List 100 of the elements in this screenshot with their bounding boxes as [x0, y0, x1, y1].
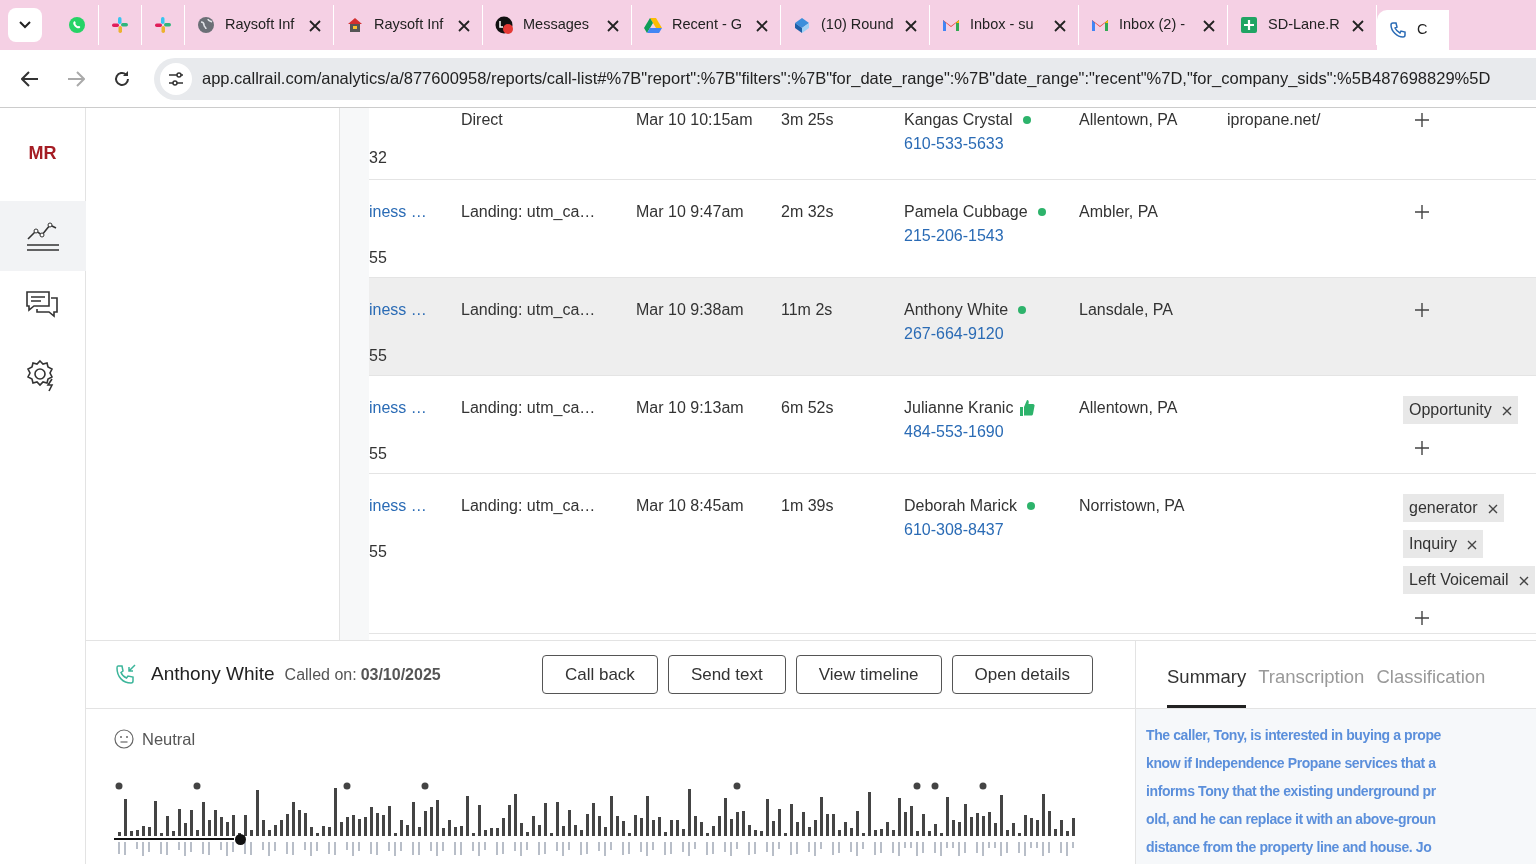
- close-icon[interactable]: [1352, 17, 1364, 33]
- caller-name: Deborah Marick: [904, 496, 1017, 516]
- call-duration: 6m 52s: [781, 399, 834, 416]
- browser-tab[interactable]: Recent - G: [632, 5, 781, 45]
- called-on-date: 03/10/2025: [360, 664, 441, 685]
- account-initials[interactable]: MR: [28, 140, 57, 167]
- plus-icon: [1415, 112, 1429, 127]
- call-duration: 11m 2s: [781, 301, 833, 318]
- browser-tab[interactable]: (10) Round: [781, 5, 930, 45]
- spreadsheet-icon: [1240, 16, 1258, 34]
- tab-list-button[interactable]: [8, 8, 42, 42]
- source-text: Landing: utm_ca…: [461, 301, 596, 318]
- sliders-icon: [168, 71, 184, 86]
- close-icon: [1501, 405, 1512, 416]
- summary-text: informs Tony that the existing underground pr: [1146, 782, 1437, 801]
- address-bar[interactable]: app.callrail.com/analytics/a/877600958/reports/call-list#%7B"report":%7B"filters":%7B"for_date_range":%7B"date_range":"recent"%7D,"for_company_sids":%5B487698829%5D: [154, 57, 1536, 100]
- tag: Left Voicemail: [1403, 566, 1535, 594]
- called-on-label: Called on:: [284, 664, 357, 685]
- source-number: 55: [369, 542, 388, 562]
- summary-text: distance from the property line and house. Jo: [1146, 838, 1433, 857]
- call-duration: 1m 39s: [781, 497, 834, 514]
- table-row[interactable]: iness … 55 Landing: utm_ca… Mar 10 9:13am 6m 52s Julianne Kranic 484-553-1690 Allentown, PA Opportunity: [369, 376, 1536, 474]
- site-info-button[interactable]: [160, 62, 192, 95]
- close-icon: [1487, 503, 1498, 514]
- close-icon[interactable]: [756, 17, 768, 33]
- close-icon[interactable]: [458, 17, 470, 33]
- call-time: Mar 10 9:47am: [636, 203, 744, 220]
- house-icon: [346, 16, 364, 34]
- caret-icon: [19, 21, 31, 29]
- source-link[interactable]: iness …: [369, 203, 427, 220]
- chat-app-icon: [495, 16, 513, 34]
- caller-name: Kangas Crystal: [904, 110, 1013, 130]
- browser-tab[interactable]: Inbox - su: [930, 5, 1079, 45]
- browser-tab[interactable]: Raysoft Inf: [334, 5, 483, 45]
- nav-item[interactable]: [0, 201, 86, 271]
- phone-link[interactable]: 267-664-9120: [904, 322, 1079, 346]
- neutral-face-icon: [114, 729, 134, 750]
- status-dot: [1026, 502, 1035, 510]
- tag: generator: [1403, 494, 1504, 522]
- hash-icon: [111, 16, 129, 34]
- close-icon[interactable]: [309, 17, 321, 33]
- action-button[interactable]: View timeline: [795, 654, 942, 695]
- triangle-logo-icon: [644, 16, 662, 34]
- plus-icon: [1415, 302, 1429, 317]
- phone-link[interactable]: 484-553-1690: [904, 420, 1079, 444]
- url-text: app.callrail.com/analytics/a/877600958/reports/call-list#%7B"report":%7B"filters":%7B"for_date_range":%7B"date_range":"recent"%7D,"for_company_sids":%5B487698829%5D: [202, 68, 1491, 90]
- source-number: 55: [369, 346, 388, 366]
- source-link[interactable]: iness …: [369, 301, 427, 318]
- browser-tab[interactable]: SD-Lane.R: [1228, 5, 1377, 45]
- caller-location: Lansdale, PA: [1079, 301, 1173, 318]
- plus-icon: [1415, 440, 1429, 455]
- forward-arrow-icon: [67, 69, 85, 88]
- table-row[interactable]: iness … 55 Landing: utm_ca… Mar 10 8:45am 1m 39s Deborah Marick 610-308-8437 Norristown, PA generator Inquiry Left Voicemail: [369, 474, 1536, 634]
- call-time: Mar 10 10:15am: [636, 111, 753, 128]
- source-number: 55: [369, 444, 388, 464]
- source-text: Landing: utm_ca…: [461, 399, 596, 416]
- status-dot: [1022, 116, 1031, 124]
- close-icon: [1467, 539, 1478, 550]
- phone-link[interactable]: 610-533-5633: [904, 132, 1079, 156]
- table-row[interactable]: iness … 55 Landing: utm_ca… Mar 10 9:38am 11m 2s Anthony White 267-664-9120 Lansdale, PA: [369, 278, 1536, 376]
- globe-icon: [197, 16, 215, 34]
- caller-name: Anthony White: [904, 300, 1009, 320]
- browser-tab[interactable]: C: [1377, 10, 1449, 50]
- call-time: Mar 10 9:13am: [636, 399, 744, 416]
- table-row[interactable]: 32 Direct Mar 10 10:15am 3m 25s Kangas Crystal 610-533-5633 Allentown, PA ipropane.net/: [369, 108, 1536, 180]
- call-duration: 3m 25s: [781, 111, 834, 128]
- tag: Opportunity: [1403, 396, 1518, 424]
- source-link[interactable]: iness …: [369, 399, 427, 416]
- call-duration: 2m 32s: [781, 203, 834, 220]
- caller-location: Norristown, PA: [1079, 497, 1185, 514]
- status-dot: [1037, 208, 1046, 216]
- source-link[interactable]: iness …: [369, 497, 427, 514]
- browser-tab[interactable]: Messages: [483, 5, 632, 45]
- close-icon[interactable]: [607, 17, 619, 33]
- browser-tab[interactable]: Raysoft Inf: [185, 5, 334, 45]
- close-icon[interactable]: [1054, 17, 1066, 33]
- browser-tab[interactable]: Inbox (2) -: [1079, 5, 1228, 45]
- close-icon[interactable]: [905, 17, 917, 33]
- status-dot: [1018, 306, 1027, 314]
- action-button[interactable]: Send text: [667, 654, 786, 695]
- caller-name: Julianne Kranic: [904, 398, 1014, 418]
- playback-progress[interactable]: [114, 837, 235, 840]
- source-text: Landing: utm_ca…: [461, 203, 596, 220]
- source-number: 55: [369, 248, 388, 268]
- close-icon: [1518, 575, 1529, 586]
- summary-text: old, and he can replace it with an above-groun: [1146, 810, 1437, 829]
- action-button[interactable]: Open details: [951, 654, 1093, 695]
- caller-location: Allentown, PA: [1079, 111, 1178, 128]
- source-number: 32: [369, 148, 388, 168]
- playhead-handle[interactable]: [235, 833, 247, 845]
- call-time: Mar 10 9:38am: [636, 301, 744, 318]
- sentiment-label: Neutral: [142, 729, 196, 750]
- phone-link[interactable]: 215-206-1543: [904, 224, 1079, 248]
- phone-link[interactable]: 610-308-8437: [904, 518, 1079, 542]
- source-text: Landing: utm_ca…: [461, 497, 596, 514]
- close-icon[interactable]: [1203, 17, 1215, 33]
- caller-name: Anthony White: [151, 662, 275, 687]
- incoming-call-icon: [114, 662, 138, 687]
- plus-icon: [1415, 610, 1429, 625]
- action-button[interactable]: Call back: [541, 654, 658, 695]
